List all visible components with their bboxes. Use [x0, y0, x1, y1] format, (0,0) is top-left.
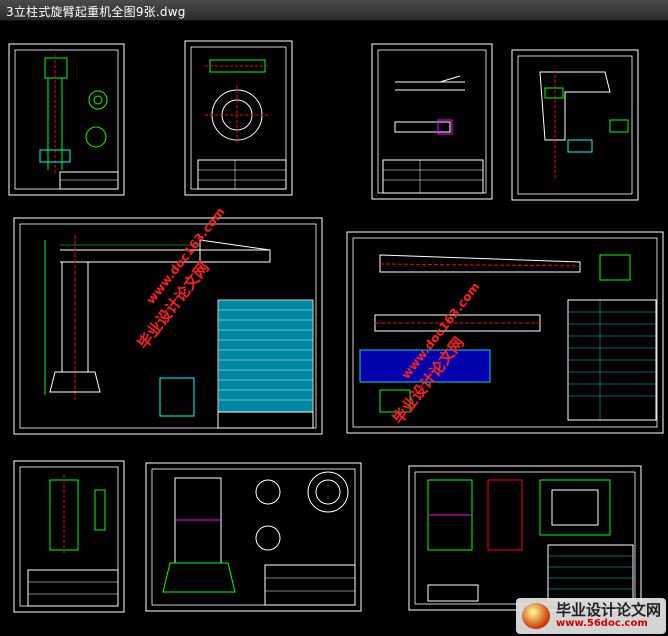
drawing-canvas[interactable]: 毕业设计论文网 www.doc163.com 毕业设计论文网 www.doc16…: [0, 21, 668, 636]
sheet-9-frame[interactable]: [408, 465, 642, 611]
logo-cn-text: 毕业设计论文网: [556, 601, 662, 619]
sheet-7-plate[interactable]: [13, 460, 125, 613]
sheet-1-column[interactable]: [8, 43, 125, 196]
cad-drawing-area[interactable]: 毕业设计论文网 www.doc163.com 毕业设计论文网 www.doc16…: [0, 21, 668, 636]
globe-icon: [522, 603, 550, 629]
sheet-3-pin[interactable]: [371, 43, 493, 200]
sheet-8-base[interactable]: [145, 462, 362, 612]
window-title: 3立柱式旋臂起重机全图9张.dwg: [6, 5, 186, 19]
window-titlebar: 3立柱式旋臂起重机全图9张.dwg: [0, 0, 668, 21]
sheet-6-jib-arm[interactable]: [346, 231, 664, 434]
sheet-4-bracket[interactable]: [511, 49, 639, 201]
logo-url-text: www.56doc.com: [556, 618, 648, 629]
site-logo: 毕业设计论文网 www.56doc.com: [516, 598, 666, 634]
sheet-2-flange[interactable]: [184, 40, 293, 196]
